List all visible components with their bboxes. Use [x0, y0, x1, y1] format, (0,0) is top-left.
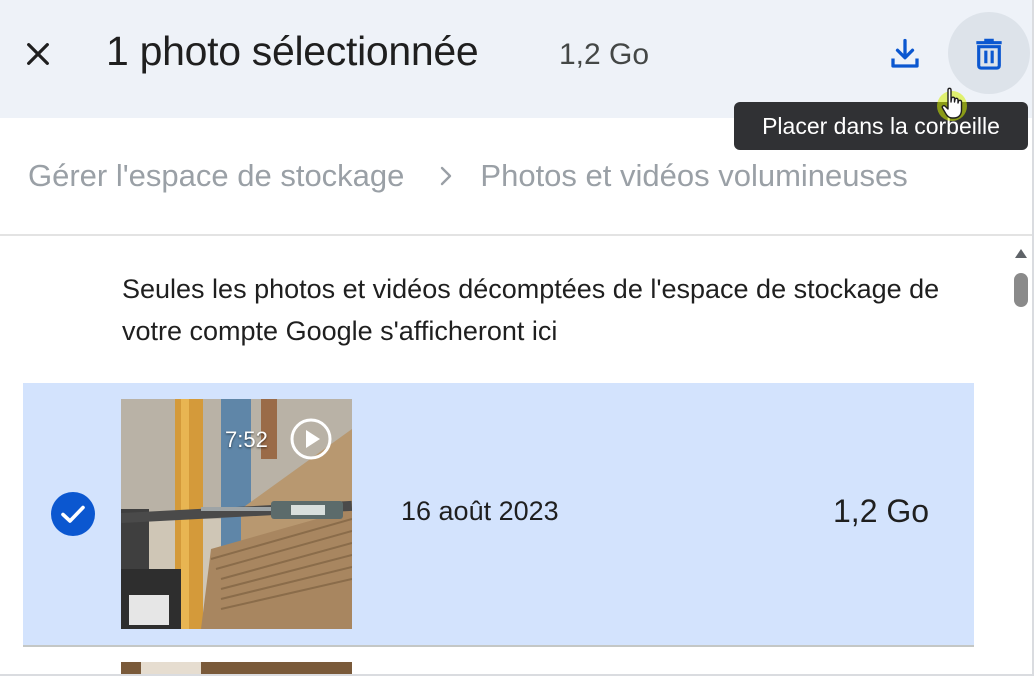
media-size: 1,2 Go — [833, 493, 930, 529]
next-media-thumbnail[interactable] — [121, 662, 352, 674]
breadcrumb-item-manage-storage[interactable]: Gérer l'espace de stockage — [28, 158, 404, 194]
scroll-up-arrow-icon[interactable] — [1013, 246, 1029, 260]
scrollbar-thumb[interactable] — [1014, 273, 1028, 307]
selection-toolbar: 1 photo sélectionnée 1,2 Go — [0, 0, 1032, 118]
close-button[interactable] — [16, 32, 60, 76]
row-divider — [23, 645, 974, 647]
download-icon — [891, 38, 919, 68]
trash-button[interactable] — [948, 12, 1030, 94]
selection-title: 1 photo sélectionnée — [106, 28, 479, 74]
breadcrumb-item-large-photos-videos: Photos et vidéos volumineuses — [480, 158, 908, 193]
play-icon — [290, 418, 332, 460]
trash-icon — [976, 38, 1002, 70]
close-icon — [27, 43, 49, 65]
hand-cursor-icon — [937, 87, 967, 121]
breadcrumb: Gérer l'espace de stockage Photos et vid… — [28, 150, 908, 202]
video-duration: 7:52 — [225, 427, 268, 452]
header-divider — [0, 234, 1032, 236]
selection-size: 1,2 Go — [559, 38, 650, 71]
trash-tooltip: Placer dans la corbeille — [734, 102, 1028, 150]
check-circle-icon[interactable] — [50, 491, 96, 537]
download-button[interactable] — [881, 30, 929, 78]
storage-info-text: Seules les photos et vidéos décomptées d… — [122, 274, 940, 346]
media-date: 16 août 2023 — [401, 496, 559, 526]
video-thumbnail[interactable]: 7:52 — [121, 399, 352, 629]
media-row[interactable]: 7:52 16 août 2023 1,2 Go — [23, 383, 974, 645]
chevron-right-icon — [436, 164, 456, 188]
